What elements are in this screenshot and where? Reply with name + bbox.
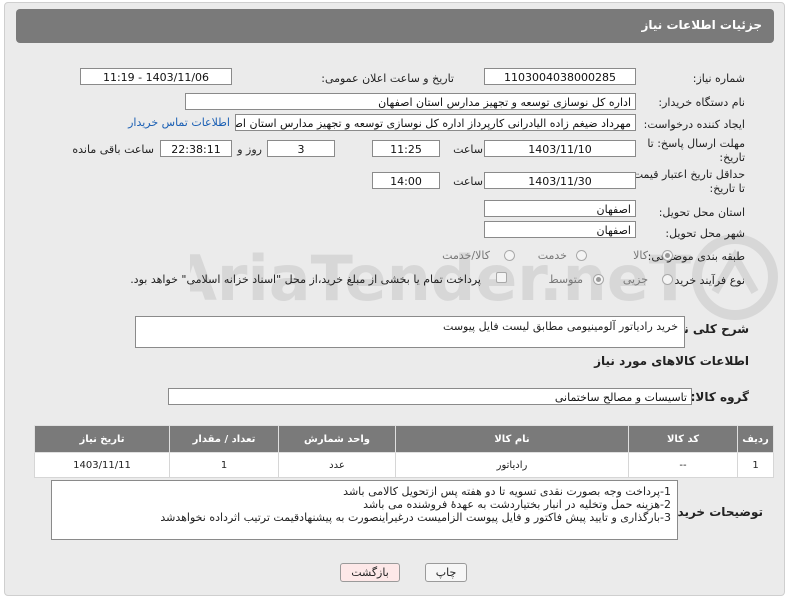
need-number-field[interactable]: 1103004038000285 bbox=[484, 68, 636, 85]
goods-group-field[interactable]: تاسیسات و مصالح ساختمانی bbox=[168, 388, 692, 405]
validity-date-field[interactable]: 1403/11/30 bbox=[484, 172, 636, 189]
payment-note: پرداخت تمام یا بخشی از مبلغ خرید،از محل … bbox=[130, 273, 481, 286]
need-number-label: شماره نیاز: bbox=[692, 72, 745, 85]
page-header: جزئیات اطلاعات نیاز bbox=[16, 9, 774, 43]
city-field[interactable]: اصفهان bbox=[484, 221, 636, 238]
goods-group-label: گروه کالا: bbox=[690, 390, 749, 404]
col-date: تاریخ نیاز bbox=[34, 425, 170, 453]
province-field[interactable]: اصفهان bbox=[484, 200, 636, 217]
validity-time-label: ساعت bbox=[453, 175, 483, 188]
validity-time-field[interactable]: 14:00 bbox=[372, 172, 440, 189]
col-row: ردیف bbox=[737, 425, 774, 453]
category-radio-goods-service[interactable] bbox=[504, 250, 515, 261]
cell-date: 1403/11/11 bbox=[34, 452, 170, 478]
description-text: خرید رادیاتور آلومینیومی مطابق لیست فایل… bbox=[443, 320, 678, 333]
province-label: استان محل تحویل: bbox=[658, 206, 745, 219]
deadline-date-field[interactable]: 1403/11/10 bbox=[484, 140, 636, 157]
cell-name: رادیاتور bbox=[395, 452, 629, 478]
process-radio-medium[interactable] bbox=[593, 274, 604, 285]
col-qty: تعداد / مقدار bbox=[169, 425, 279, 453]
col-code: کد کالا bbox=[628, 425, 738, 453]
process-option-minor: جزیی bbox=[622, 273, 648, 286]
process-label: نوع فرآیند خرید : bbox=[667, 274, 745, 287]
remaining-field[interactable]: 22:38:11 bbox=[160, 140, 232, 157]
buyer-note-line: 1-پرداخت وجه بصورت نقدی تسویه تا دو هفته… bbox=[343, 485, 671, 498]
creator-field[interactable]: مهرداد ضیغم زاده الیادرانی کارپرداز ادار… bbox=[235, 114, 636, 131]
category-radio-goods[interactable] bbox=[662, 250, 673, 261]
cell-code: -- bbox=[628, 452, 738, 478]
buyer-org-label: نام دستگاه خریدار: bbox=[658, 96, 745, 109]
goods-table: ردیف کد کالا نام کالا واحد شمارش تعداد /… bbox=[34, 425, 774, 478]
category-radio-service[interactable] bbox=[576, 250, 587, 261]
col-name: نام کالا bbox=[395, 425, 629, 453]
category-option-goods-service: کالا/خدمت bbox=[442, 249, 490, 262]
table-row[interactable]: 1 -- رادیاتور عدد 1 1403/11/11 bbox=[34, 452, 774, 478]
cell-qty: 1 bbox=[169, 452, 279, 478]
days-field[interactable]: 3 bbox=[267, 140, 335, 157]
buyer-org-field[interactable]: اداره کل نوسازی توسعه و تجهیز مدارس استا… bbox=[185, 93, 636, 110]
contact-buyer-link[interactable]: اطلاعات تماس خریدار bbox=[128, 116, 230, 129]
city-label: شهر محل تحویل: bbox=[665, 227, 745, 240]
col-unit: واحد شمارش bbox=[278, 425, 396, 453]
print-button[interactable]: چاپ bbox=[425, 563, 467, 582]
deadline-label: مهلت ارسال پاسخ: تا تاریخ: bbox=[647, 137, 745, 164]
back-button[interactable]: بازگشت bbox=[340, 563, 400, 582]
category-option-service: خدمت bbox=[537, 249, 567, 262]
process-radio-minor[interactable] bbox=[662, 274, 673, 285]
goods-section-title: اطلاعات کالاهای مورد نیاز bbox=[594, 354, 749, 368]
process-option-medium: متوسط bbox=[548, 273, 583, 286]
days-label: روز و bbox=[237, 143, 262, 156]
announce-field[interactable]: 1403/11/06 - 11:19 bbox=[80, 68, 232, 85]
creator-label: ایجاد کننده درخواست: bbox=[643, 118, 745, 131]
buyer-notes-field[interactable]: 1-پرداخت وجه بصورت نقدی تسویه تا دو هفته… bbox=[51, 480, 678, 540]
buyer-note-line: 2-هزینه حمل وتخلیه در انبار بختیاردشت به… bbox=[363, 498, 671, 511]
description-field[interactable]: خرید رادیاتور آلومینیومی مطابق لیست فایل… bbox=[135, 316, 685, 348]
announce-label: تاریخ و ساعت اعلان عمومی: bbox=[321, 72, 454, 85]
cell-unit: عدد bbox=[278, 452, 396, 478]
page-title: جزئیات اطلاعات نیاز bbox=[641, 18, 762, 32]
deadline-time-label: ساعت bbox=[453, 143, 483, 156]
treasury-checkbox[interactable] bbox=[496, 272, 507, 283]
remaining-label: ساعت باقی مانده bbox=[72, 143, 154, 156]
deadline-time-field[interactable]: 11:25 bbox=[372, 140, 440, 157]
buyer-note-line: 3-بارگذاری و تایید پیش فاکتور و فایل پیو… bbox=[160, 511, 671, 524]
cell-row: 1 bbox=[737, 452, 774, 478]
category-option-goods: کالا bbox=[633, 249, 648, 262]
validity-label: حداقل تاریخ اعتبار قیمت: تا تاریخ: bbox=[629, 168, 745, 195]
